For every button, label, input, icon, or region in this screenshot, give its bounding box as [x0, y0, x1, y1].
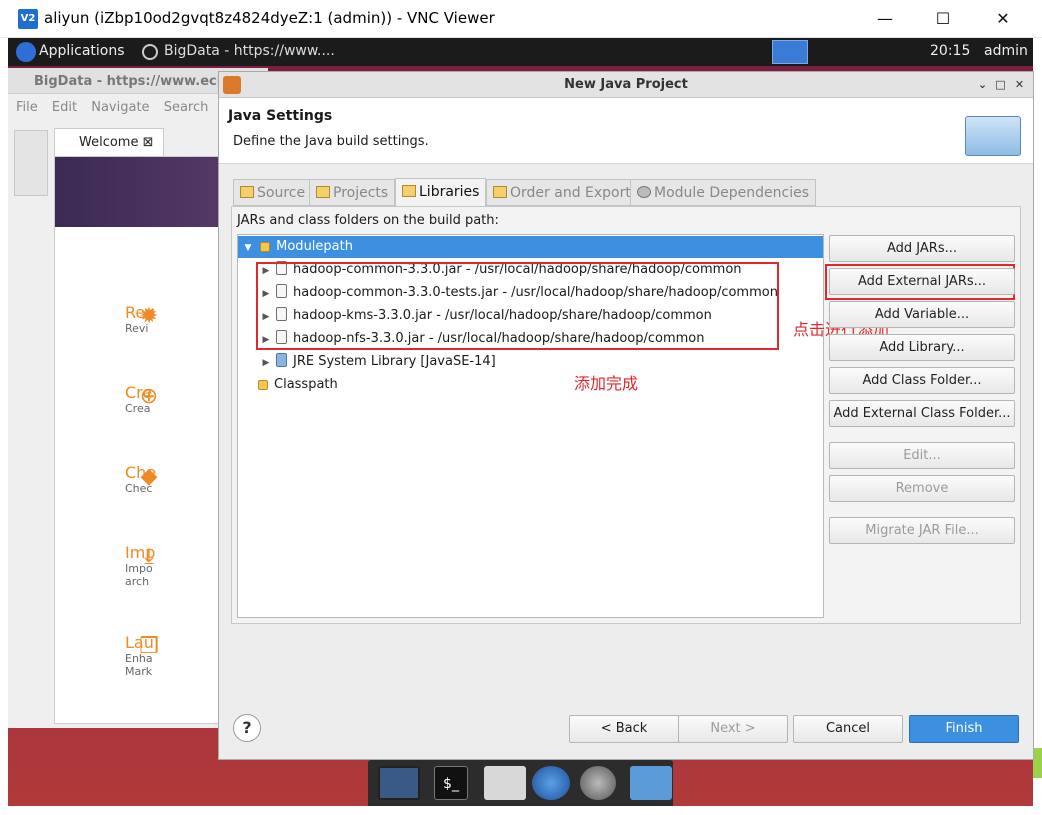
tab-module-label: Module Dependencies: [654, 185, 809, 201]
tab-source[interactable]: Source: [233, 179, 313, 206]
web-browser-icon[interactable]: [532, 766, 570, 800]
show-desktop-icon[interactable]: [378, 766, 420, 800]
panel-user[interactable]: admin: [984, 43, 1028, 59]
tab-projects-label: Projects: [333, 185, 389, 201]
minimize-button[interactable]: —: [863, 6, 907, 32]
dock: $_: [368, 760, 673, 806]
dialog-minimize-icon[interactable]: ⌄: [975, 77, 990, 92]
new-java-project-dialog: New Java Project ⌄ □ ✕ Java Settings Def…: [218, 71, 1034, 760]
tree-node-modulepath[interactable]: ▼ Modulepath: [238, 236, 823, 258]
tab-order-and-export[interactable]: Order and Export: [486, 179, 638, 206]
next-button[interactable]: Next >: [678, 715, 788, 743]
tree-node-classpath[interactable]: Classpath: [258, 374, 338, 396]
terminal-icon[interactable]: $_: [434, 766, 468, 800]
build-path-label: JARs and class folders on the build path…: [237, 213, 499, 228]
libraries-icon: [402, 185, 416, 197]
add-class-folder-button[interactable]: Add Class Folder...: [829, 367, 1015, 394]
tab-module-dependencies[interactable]: Module Dependencies: [630, 179, 816, 206]
order-export-icon: [493, 186, 507, 198]
close-button[interactable]: ✕: [981, 6, 1025, 32]
maximize-button[interactable]: ☐: [921, 6, 965, 32]
finish-button[interactable]: Finish: [909, 715, 1019, 743]
tab-projects[interactable]: Projects: [309, 179, 396, 206]
annotation-box-jars: [256, 262, 779, 350]
vnc-window-title: aliyun (iZbp10od2gvqt8z4824dyeZ:1 (admin…: [44, 9, 495, 27]
add-external-class-folder-button[interactable]: Add External Class Folder...: [829, 400, 1015, 427]
collapse-icon[interactable]: ▼: [242, 237, 254, 259]
source-folder-icon: [240, 186, 254, 198]
expand-icon[interactable]: ▶: [260, 352, 272, 374]
add-library-button[interactable]: Add Library...: [829, 334, 1015, 361]
cancel-button[interactable]: Cancel: [793, 715, 903, 743]
menu-navigate[interactable]: Navigate: [91, 100, 149, 115]
dialog-title: New Java Project: [564, 77, 688, 92]
add-jars-button[interactable]: Add JARs...: [829, 235, 1015, 262]
projects-icon: [316, 186, 330, 198]
dialog-maximize-icon[interactable]: □: [993, 77, 1008, 92]
dialog-title-bar: New Java Project ⌄ □ ✕: [219, 72, 1033, 98]
tab-close-icon[interactable]: ⊠: [143, 135, 154, 150]
applications-menu[interactable]: Applications: [39, 43, 125, 59]
classpath-icon: [258, 380, 268, 390]
modulepath-label: Modulepath: [276, 239, 353, 254]
menu-edit[interactable]: Edit: [52, 100, 77, 115]
help-icon[interactable]: ?: [233, 714, 261, 742]
modulepath-icon: [260, 242, 271, 252]
taskbar-item-bigdata[interactable]: BigData - https://www....: [164, 43, 335, 59]
annotation-added-done: 添加完成: [574, 374, 639, 393]
tree-node-jre[interactable]: ▶ JRE System Library [JavaSE-14]: [260, 351, 496, 373]
top-panel: Applications BigData - https://www.... 2…: [8, 38, 1033, 66]
vnc-title-bar: V2 aliyun (iZbp10od2gvqt8z4824dyeZ:1 (ad…: [0, 0, 1042, 38]
add-variable-button[interactable]: Add Variable...: [829, 301, 1015, 328]
back-button[interactable]: < Back: [569, 715, 679, 743]
eclipse-task-icon: [142, 44, 158, 60]
home-folder-icon[interactable]: [484, 766, 526, 800]
add-external-jars-button[interactable]: Add External JARs...: [829, 268, 1015, 295]
remove-button[interactable]: Remove: [829, 475, 1015, 502]
module-icon: [637, 186, 651, 198]
migrate-jar-button[interactable]: Migrate JAR File...: [829, 517, 1015, 544]
search-icon[interactable]: [580, 766, 616, 800]
vnc-logo-icon: V2: [18, 9, 38, 29]
tab-libraries-label: Libraries: [419, 184, 480, 200]
edit-button[interactable]: Edit...: [829, 442, 1015, 469]
page-description: Define the Java build settings.: [233, 134, 429, 149]
eclipse-app-icon: [223, 76, 241, 94]
tab-order-label: Order and Export: [510, 185, 631, 201]
host-desktop-edge: [1033, 748, 1042, 778]
folder-icon[interactable]: [630, 766, 672, 800]
dialog-close-icon[interactable]: ✕: [1012, 77, 1027, 92]
minimized-views-trim[interactable]: [14, 130, 48, 196]
classpath-label: Classpath: [274, 377, 338, 392]
menu-file[interactable]: File: [16, 100, 38, 115]
applications-menu-icon[interactable]: [16, 42, 36, 62]
page-title: Java Settings: [228, 108, 333, 124]
java-project-wizard-icon: [965, 116, 1021, 156]
tab-welcome-label: Welcome: [79, 135, 139, 150]
tab-libraries[interactable]: Libraries: [395, 178, 487, 207]
dialog-header: Java Settings Define the Java build sett…: [219, 98, 1033, 164]
library-icon: [276, 353, 287, 367]
tab-source-label: Source: [257, 185, 306, 201]
menu-search[interactable]: Search: [164, 100, 209, 115]
jre-label: JRE System Library [JavaSE-14]: [293, 354, 496, 369]
panel-clock: 20:15: [930, 43, 971, 59]
workspace-switcher-icon[interactable]: [772, 40, 808, 64]
tab-welcome[interactable]: Welcome ⊠: [54, 128, 164, 156]
